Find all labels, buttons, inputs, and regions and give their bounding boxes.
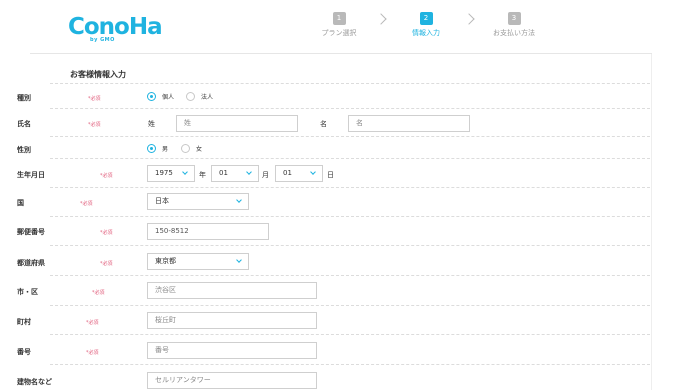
address-number-label: 番号 <box>17 348 31 356</box>
town-label: 町村 <box>17 318 31 326</box>
frame-border <box>651 54 652 390</box>
chevron-down-icon <box>236 197 242 203</box>
chevron-down-icon <box>236 257 242 263</box>
address-number-input[interactable]: 番号 <box>147 342 317 359</box>
gender-label: 性別 <box>17 146 31 154</box>
type-individual-option[interactable]: 個人 <box>147 92 174 101</box>
row-divider <box>50 136 650 137</box>
step-label: 情報入力 <box>412 29 440 37</box>
radio-label: 法人 <box>201 94 214 101</box>
select-value: 日本 <box>155 197 169 205</box>
radio-label: 個人 <box>162 94 175 101</box>
gender-male-option[interactable]: 男 <box>147 144 168 153</box>
required-mark: *必須 <box>86 350 99 356</box>
building-label: 建物名など <box>17 378 52 386</box>
birth-month-select[interactable]: 01 <box>211 165 259 182</box>
gender-female-option[interactable]: 女 <box>181 144 202 153</box>
town-input[interactable]: 桜丘町 <box>147 312 317 329</box>
step-plan-select: 1 プラン選択 <box>309 12 369 38</box>
row-divider <box>50 158 650 159</box>
row-divider <box>50 245 650 246</box>
row-divider <box>50 334 650 335</box>
select-value: 1975 <box>155 169 173 177</box>
required-mark: *必須 <box>100 173 113 179</box>
day-unit: 日 <box>327 171 334 179</box>
type-corporate-option[interactable]: 法人 <box>186 92 213 101</box>
step-label: お支払い方法 <box>493 29 535 37</box>
row-divider <box>50 83 650 84</box>
country-label: 国 <box>17 199 24 207</box>
country-select[interactable]: 日本 <box>147 193 249 210</box>
row-divider <box>50 364 650 365</box>
header-divider <box>30 53 652 54</box>
select-value: 01 <box>283 169 292 177</box>
required-mark: *必須 <box>88 96 101 102</box>
row-divider <box>50 275 650 276</box>
radio-individual[interactable] <box>147 92 156 101</box>
radio-male[interactable] <box>147 144 156 153</box>
first-name-input[interactable]: 名 <box>348 115 470 132</box>
prefecture-label: 都道府県 <box>17 259 45 267</box>
required-mark: *必須 <box>80 201 93 207</box>
chevron-down-icon <box>246 169 252 175</box>
postal-code-input[interactable]: 150-8512 <box>147 223 269 240</box>
step-info-input: 2 情報入力 <box>396 12 456 38</box>
header: ConoHa by GMO 1 プラン選択 2 情報入力 3 お支払い方法 <box>0 0 680 54</box>
radio-label: 男 <box>162 146 169 153</box>
year-unit: 年 <box>199 171 206 179</box>
chevron-right-icon <box>375 13 387 25</box>
first-name-label: 名 <box>320 120 327 128</box>
last-name-input[interactable]: 姓 <box>176 115 298 132</box>
city-label: 市・区 <box>17 288 38 296</box>
row-divider <box>50 187 650 188</box>
required-mark: *必須 <box>100 230 113 236</box>
row-divider <box>50 305 650 306</box>
radio-label: 女 <box>196 146 203 153</box>
prefecture-select[interactable]: 東京都 <box>147 253 249 270</box>
required-mark: *必須 <box>92 290 105 296</box>
last-name-label: 姓 <box>148 120 155 128</box>
required-mark: *必須 <box>100 261 113 267</box>
required-mark: *必須 <box>86 320 99 326</box>
birthdate-label: 生年月日 <box>17 171 45 179</box>
step-label: プラン選択 <box>321 29 357 37</box>
required-mark: *必須 <box>88 122 101 128</box>
conoha-logo[interactable]: ConoHa by GMO <box>68 13 163 43</box>
type-label: 種別 <box>17 94 31 102</box>
step-number: 3 <box>507 12 521 25</box>
chevron-right-icon <box>463 13 475 25</box>
building-input[interactable]: セルリアンタワー <box>147 372 317 389</box>
select-value: 01 <box>219 169 228 177</box>
row-divider <box>50 216 650 217</box>
select-value: 東京都 <box>155 257 176 265</box>
radio-female[interactable] <box>181 144 190 153</box>
logo-sub: by GMO <box>90 37 115 43</box>
chevron-down-icon <box>310 169 316 175</box>
city-input[interactable]: 渋谷区 <box>147 282 317 299</box>
postal-code-label: 郵便番号 <box>17 228 45 236</box>
birth-day-select[interactable]: 01 <box>275 165 323 182</box>
step-number: 2 <box>419 12 433 25</box>
month-unit: 月 <box>262 171 269 179</box>
chevron-down-icon <box>182 169 188 175</box>
radio-corporate[interactable] <box>186 92 195 101</box>
section-title: お客様情報入力 <box>70 70 126 79</box>
name-label: 氏名 <box>17 120 31 128</box>
birth-year-select[interactable]: 1975 <box>147 165 195 182</box>
row-divider <box>50 108 650 109</box>
step-payment: 3 お支払い方法 <box>484 12 544 38</box>
step-number: 1 <box>332 12 346 25</box>
